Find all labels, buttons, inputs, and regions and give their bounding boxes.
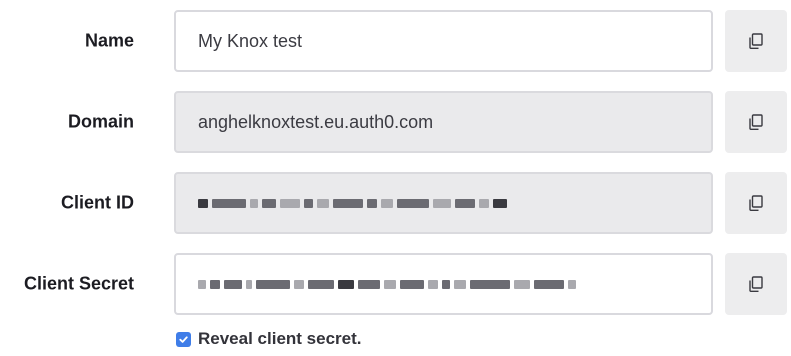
client-id-input[interactable] [174, 172, 713, 234]
copy-icon [749, 33, 763, 49]
client-secret-input[interactable] [174, 253, 713, 315]
name-row: Name My Knox test [0, 10, 791, 72]
reveal-secret-checkbox[interactable] [176, 331, 191, 347]
copy-name-button[interactable] [725, 10, 787, 72]
copy-domain-button[interactable] [725, 91, 787, 153]
client-id-label: Client ID [60, 192, 134, 213]
reveal-secret-label: Reveal client secret. [198, 329, 362, 348]
client-secret-row: Client Secret [0, 253, 791, 315]
name-label: Name [84, 30, 134, 51]
reveal-secret-toggle[interactable]: Reveal client secret. [176, 329, 361, 349]
copy-client-id-button[interactable] [725, 172, 787, 234]
pixelated-client-secret [198, 279, 576, 289]
application-settings-form: Name My Knox test Domain anghelknoxtest.… [0, 0, 791, 356]
domain-row: Domain anghelknoxtest.eu.auth0.com [0, 91, 791, 153]
copy-icon [749, 195, 763, 211]
client-id-row: Client ID [0, 172, 791, 234]
name-input[interactable]: My Knox test [174, 10, 713, 72]
client-secret-label: Client Secret [23, 273, 134, 294]
domain-label: Domain [67, 111, 134, 132]
check-icon [179, 335, 188, 343]
copy-icon [749, 276, 763, 292]
copy-icon [749, 114, 763, 130]
copy-client-secret-button[interactable] [725, 253, 787, 315]
domain-input[interactable]: anghelknoxtest.eu.auth0.com [174, 91, 713, 153]
pixelated-client-id [198, 198, 507, 208]
